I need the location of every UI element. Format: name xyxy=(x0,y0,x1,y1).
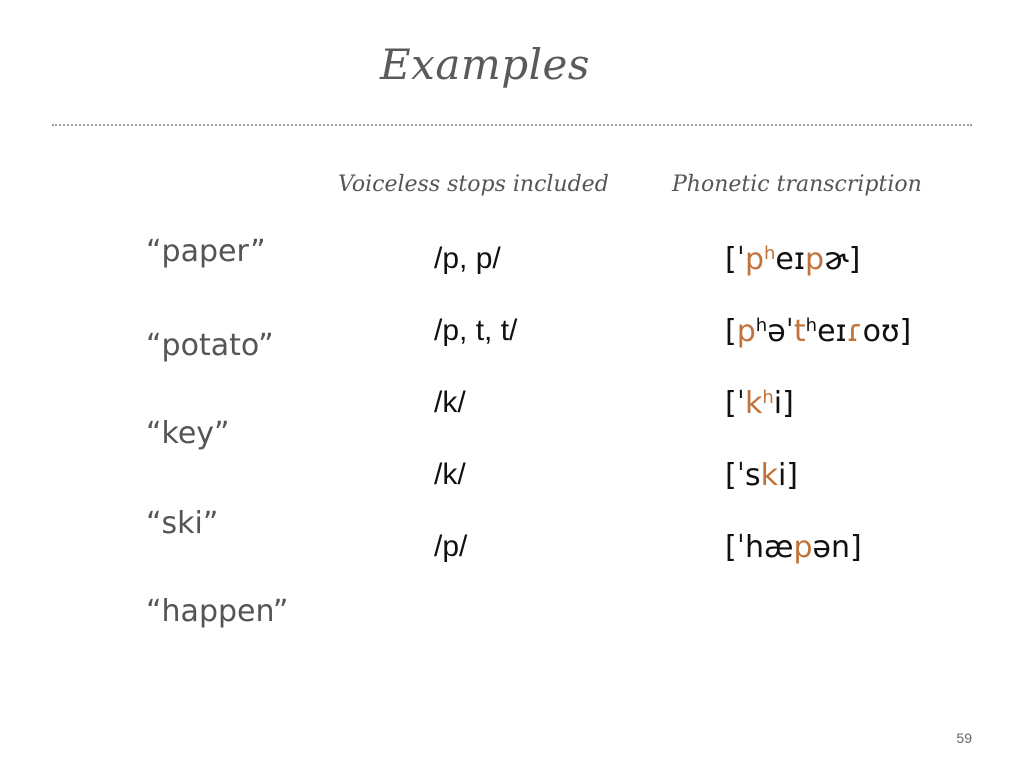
voiceless-stops-cell: /k/ xyxy=(434,458,466,491)
phonetic-transcription-cell: [ˈski] xyxy=(725,458,798,493)
highlighted-segment: k xyxy=(744,386,763,421)
transcription-segment: [ xyxy=(725,314,737,349)
page-number: 59 xyxy=(956,730,972,746)
voiceless-stops-cell: /p, p/ xyxy=(434,242,501,275)
highlighted-segment: k xyxy=(760,458,778,493)
example-word: “paper” xyxy=(146,234,266,269)
voiceless-stops-cell: /p/ xyxy=(434,530,468,563)
transcription-segment: [ˈs xyxy=(725,458,761,493)
highlighted-segment: h xyxy=(764,243,776,264)
highlighted-segment: ɾ xyxy=(846,314,863,349)
phonetic-transcription-cell: [ˈpheɪpɚ] xyxy=(725,242,860,277)
highlighted-segment: t xyxy=(793,314,806,349)
phonetic-column-header: Phonetic transcription xyxy=(672,172,922,197)
transcription-segment: i] xyxy=(773,386,794,421)
example-word: “potato” xyxy=(146,328,274,363)
transcription-segment: ən] xyxy=(812,530,862,565)
phonetic-transcription-cell: [ˈhæpən] xyxy=(725,530,862,565)
transcription-segment: ɚ] xyxy=(824,242,861,277)
example-word: “ski” xyxy=(146,506,219,541)
transcription-segment: h xyxy=(755,315,768,336)
highlighted-segment: p xyxy=(805,242,825,277)
transcription-segment: h xyxy=(805,315,818,336)
highlighted-segment: p xyxy=(736,314,756,349)
slide-title: Examples xyxy=(380,40,590,89)
voiceless-stops-cell: /k/ xyxy=(434,386,466,419)
transcription-segment: əˈ xyxy=(767,314,794,349)
phonetic-transcription-cell: [ˈkhi] xyxy=(725,386,794,421)
transcription-segment: [ˈ xyxy=(725,386,745,421)
example-word: “key” xyxy=(146,416,230,451)
example-word: “happen” xyxy=(146,594,289,629)
title-divider xyxy=(52,124,972,126)
transcription-segment: [ˈ xyxy=(725,242,745,277)
highlighted-segment: p xyxy=(744,242,764,277)
transcription-segment: oʊ] xyxy=(862,314,912,349)
transcription-segment: [ˈhæ xyxy=(725,530,794,565)
stops-column-header: Voiceless stops included xyxy=(338,172,609,197)
highlighted-segment: p xyxy=(793,530,813,565)
transcription-segment: eɪ xyxy=(817,314,847,349)
highlighted-segment: h xyxy=(762,387,774,408)
voiceless-stops-cell: /p, t, t/ xyxy=(434,314,518,347)
phonetic-transcription-cell: [phəˈtheɪɾoʊ] xyxy=(725,314,911,349)
transcription-segment: i] xyxy=(777,458,799,493)
transcription-segment: eɪ xyxy=(775,242,806,277)
